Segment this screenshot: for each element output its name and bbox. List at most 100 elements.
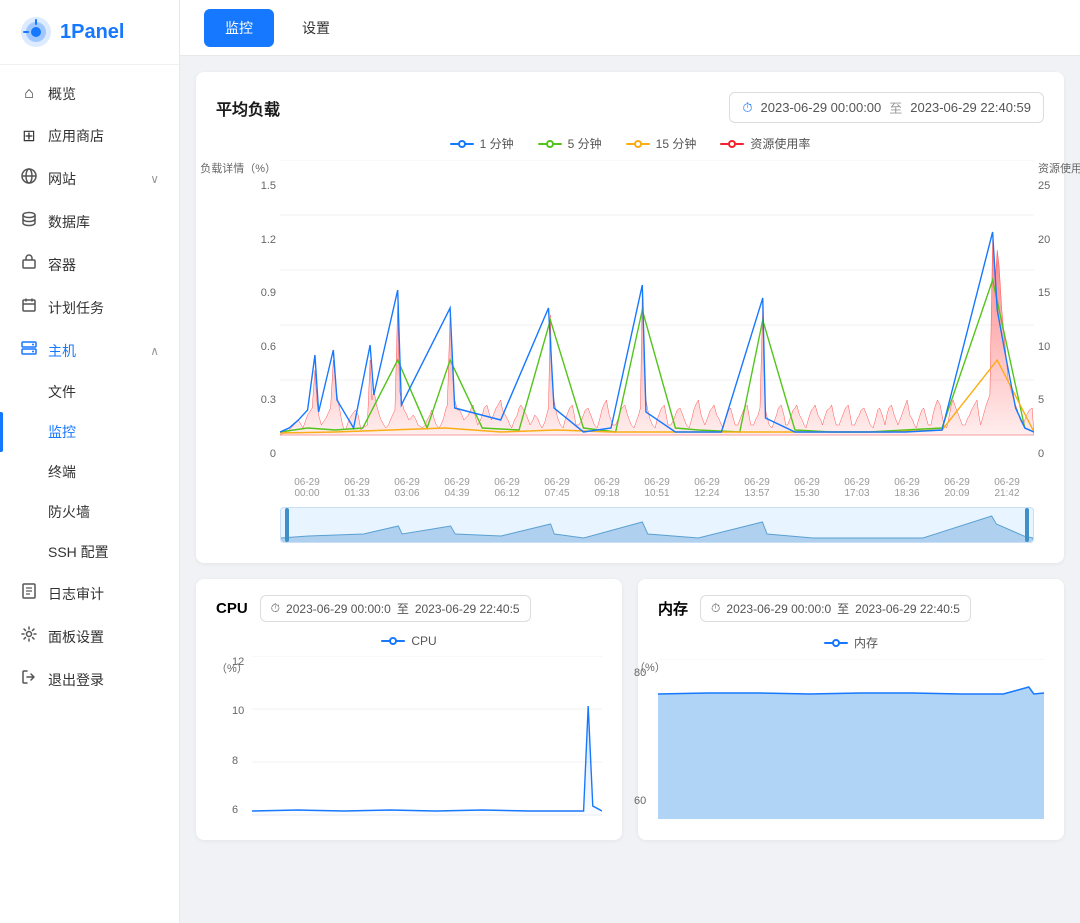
- logo-text: 1Panel: [60, 21, 124, 44]
- memory-date-from: 2023-06-29 00:00:0: [726, 602, 831, 616]
- sidebar-item-log[interactable]: 日志审计: [0, 572, 179, 615]
- mini-chart-left-handle[interactable]: [285, 508, 289, 542]
- sidebar-item-firewall[interactable]: 防火墙: [0, 492, 179, 532]
- cpu-legend: CPU: [216, 634, 602, 648]
- avg-load-title: 平均负载: [216, 96, 280, 120]
- sidebar-sub-label: 文件: [48, 382, 76, 402]
- memory-date-sep: 至: [837, 600, 849, 617]
- legend-usage: 资源使用率: [720, 135, 810, 152]
- date-to: 2023-06-29 22:40:59: [910, 100, 1031, 115]
- avg-load-legend: 1 分钟 5 分钟 15 分钟: [216, 135, 1044, 152]
- sidebar-item-label: 数据库: [48, 212, 90, 232]
- avg-load-date-range[interactable]: ⏱ 2023-06-29 00:00:00 至 2023-06-29 22:40…: [729, 92, 1044, 123]
- sidebar-item-database[interactable]: 数据库: [0, 200, 179, 243]
- memory-clock-icon: ⏱: [711, 601, 720, 616]
- cpu-clock-icon: ⏱: [271, 601, 280, 616]
- cpu-title: CPU: [216, 600, 248, 617]
- memory-date-range[interactable]: ⏱ 2023-06-29 00:00:0 至 2023-06-29 22:40:…: [700, 595, 971, 622]
- globe-icon: [20, 168, 38, 189]
- sidebar-item-label: 概览: [48, 84, 76, 104]
- avg-load-svg-container: 06-2900:00 06-2901:33 06-2903:06 06-2904…: [280, 160, 1034, 543]
- sidebar-item-panelset[interactable]: 面板设置: [0, 615, 179, 658]
- host-icon: [20, 340, 38, 361]
- chevron-down-icon: ∨: [150, 172, 159, 186]
- sidebar-item-logout[interactable]: 退出登录: [0, 658, 179, 701]
- gear-icon: [20, 626, 38, 647]
- avg-load-chart-wrapper: 负载详情（%） 1.5 1.2 0.9 0.6 0.3 0: [216, 160, 1044, 543]
- sidebar-item-overview[interactable]: ⌂ 概览: [0, 73, 179, 115]
- sidebar-item-label: 容器: [48, 255, 76, 275]
- sidebar-item-monitor[interactable]: 监控: [0, 412, 179, 452]
- memory-card: 内存 ⏱ 2023-06-29 00:00:0 至 2023-06-29 22:…: [638, 579, 1064, 840]
- y-axis-right: 资源使用率（%） 25 20 15 10 5 0: [1038, 160, 1074, 460]
- legend-15min: 15 分钟: [626, 135, 697, 152]
- cpu-date-sep: 至: [397, 600, 409, 617]
- legend-1min: 1 分钟: [450, 135, 514, 152]
- grid-icon: ⊞: [20, 126, 38, 146]
- chevron-up-icon: ∧: [150, 344, 159, 358]
- sidebar-sub-label: 防火墙: [48, 502, 90, 522]
- sidebar-sub-label: 终端: [48, 462, 76, 482]
- mini-chart-navigator[interactable]: [280, 507, 1034, 543]
- cpu-date-range[interactable]: ⏱ 2023-06-29 00:00:0 至 2023-06-29 22:40:…: [260, 595, 531, 622]
- tab-settings[interactable]: 设置: [282, 10, 350, 46]
- y-axis-left: 负载详情（%） 1.5 1.2 0.9 0.6 0.3 0: [216, 160, 276, 460]
- sidebar-item-label: 计划任务: [48, 298, 104, 318]
- sidebar-sub-label: 监控: [48, 422, 76, 442]
- logo: 1Panel: [0, 0, 179, 65]
- date-from: 2023-06-29 00:00:00: [761, 100, 882, 115]
- avg-load-svg: [280, 160, 1034, 470]
- sidebar-item-label: 日志审计: [48, 584, 104, 604]
- sidebar-item-ssh[interactable]: SSH 配置: [0, 532, 179, 572]
- cpu-card: CPU ⏱ 2023-06-29 00:00:0 至 2023-06-29 22…: [196, 579, 622, 840]
- logo-icon: [20, 16, 52, 48]
- log-icon: [20, 583, 38, 604]
- tab-monitor[interactable]: 监控: [204, 9, 274, 47]
- sidebar-item-schedule[interactable]: 计划任务: [0, 286, 179, 329]
- sidebar-item-files[interactable]: 文件: [0, 372, 179, 412]
- sidebar: 1Panel ⌂ 概览 ⊞ 应用商店 网站 ∨ 数据库: [0, 0, 180, 923]
- y-left-values: 1.5 1.2 0.9 0.6 0.3 0: [216, 180, 276, 460]
- sidebar-item-host[interactable]: 主机 ∧: [0, 329, 179, 372]
- container-icon: [20, 254, 38, 275]
- content-area: 平均负载 ⏱ 2023-06-29 00:00:00 至 2023-06-29 …: [180, 56, 1080, 923]
- y-axis-right-title: 资源使用率（%）: [1038, 160, 1074, 176]
- mini-chart-right-handle[interactable]: [1025, 508, 1029, 542]
- main-content: 监控 设置 平均负载 ⏱ 2023-06-29 00:00:00 至 2023-…: [180, 0, 1080, 923]
- bottom-row: CPU ⏱ 2023-06-29 00:00:0 至 2023-06-29 22…: [196, 579, 1064, 840]
- active-indicator: [0, 412, 3, 452]
- schedule-icon: [20, 297, 38, 318]
- cpu-chart-area: （%） 12 10 8 6: [216, 656, 602, 821]
- sidebar-item-terminal[interactable]: 终端: [0, 452, 179, 492]
- clock-icon: ⏱: [742, 100, 752, 116]
- sidebar-item-label: 退出登录: [48, 670, 104, 690]
- top-bar: 监控 设置: [180, 0, 1080, 56]
- memory-card-header: 内存 ⏱ 2023-06-29 00:00:0 至 2023-06-29 22:…: [658, 595, 1044, 622]
- memory-legend: 内存: [658, 634, 1044, 651]
- memory-legend-label: 内存: [854, 634, 878, 651]
- sidebar-item-label: 应用商店: [48, 126, 104, 146]
- memory-date-to: 2023-06-29 22:40:5: [855, 602, 960, 616]
- memory-title: 内存: [658, 598, 688, 619]
- sidebar-nav: ⌂ 概览 ⊞ 应用商店 网站 ∨ 数据库 容器: [0, 65, 179, 923]
- sidebar-item-container[interactable]: 容器: [0, 243, 179, 286]
- memory-svg: [658, 659, 1044, 819]
- home-icon: ⌂: [20, 85, 38, 103]
- avg-load-header: 平均负载 ⏱ 2023-06-29 00:00:00 至 2023-06-29 …: [216, 92, 1044, 123]
- sidebar-item-appstore[interactable]: ⊞ 应用商店: [0, 115, 179, 157]
- date-separator: 至: [889, 98, 902, 117]
- sidebar-item-website[interactable]: 网站 ∨: [0, 157, 179, 200]
- avg-load-card: 平均负载 ⏱ 2023-06-29 00:00:00 至 2023-06-29 …: [196, 72, 1064, 563]
- sidebar-item-label: 网站: [48, 169, 76, 189]
- y-right-values: 25 20 15 10 5 0: [1038, 180, 1074, 460]
- cpu-legend-label: CPU: [411, 634, 436, 648]
- cpu-date-from: 2023-06-29 00:00:0: [286, 602, 391, 616]
- x-axis-labels: 06-2900:00 06-2901:33 06-2903:06 06-2904…: [280, 477, 1034, 499]
- database-icon: [20, 211, 38, 232]
- cpu-date-to: 2023-06-29 22:40:5: [415, 602, 520, 616]
- y-axis-left-title: 负载详情（%）: [200, 160, 276, 176]
- sidebar-item-label: 主机: [48, 341, 76, 361]
- cpu-svg: [252, 656, 602, 816]
- logout-icon: [20, 669, 38, 690]
- cpu-card-header: CPU ⏱ 2023-06-29 00:00:0 至 2023-06-29 22…: [216, 595, 602, 622]
